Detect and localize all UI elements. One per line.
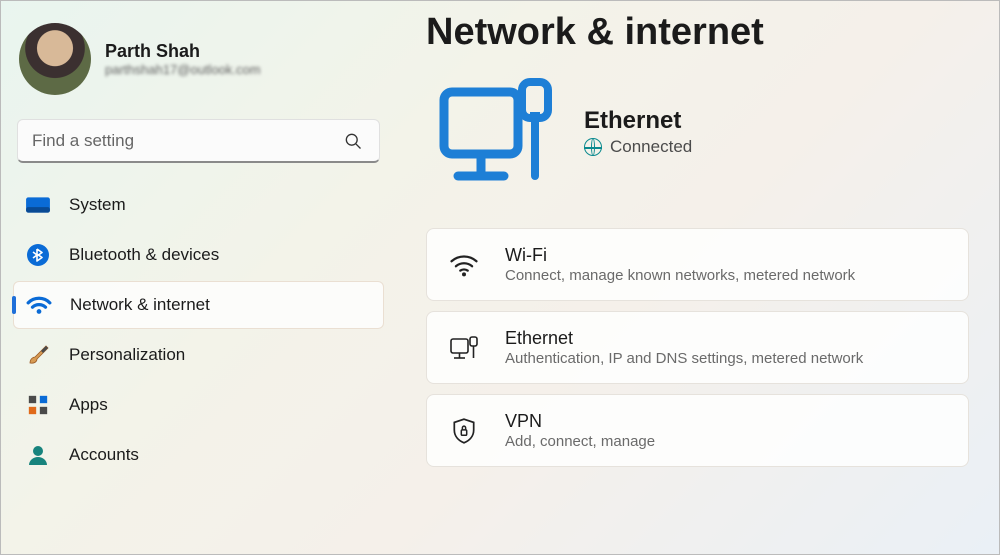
status-state: Connected xyxy=(610,137,692,157)
card-ethernet[interactable]: Ethernet Authentication, IP and DNS sett… xyxy=(426,311,969,384)
sidebar-item-personalization[interactable]: Personalization xyxy=(13,331,384,379)
main-content: Network & internet Ethernet Connected Wi… xyxy=(396,1,999,554)
sidebar-item-label: Personalization xyxy=(69,345,185,365)
card-vpn[interactable]: VPN Add, connect, manage xyxy=(426,394,969,467)
sidebar-item-label: Bluetooth & devices xyxy=(69,245,219,265)
sidebar: Parth Shah parthshah17@outlook.com Syste… xyxy=(1,1,396,554)
brush-icon xyxy=(25,342,51,368)
sidebar-item-accounts[interactable]: Accounts xyxy=(13,431,384,479)
accounts-icon xyxy=(25,442,51,468)
sidebar-item-bluetooth[interactable]: Bluetooth & devices xyxy=(13,231,384,279)
nav-list: System Bluetooth & devices Network & int… xyxy=(13,181,384,479)
user-header[interactable]: Parth Shah parthshah17@outlook.com xyxy=(13,17,384,109)
search-icon xyxy=(341,128,365,154)
sidebar-item-label: Network & internet xyxy=(70,295,210,315)
card-subtitle: Authentication, IP and DNS settings, met… xyxy=(505,350,863,367)
vpn-card-icon xyxy=(449,417,479,445)
page-title: Network & internet xyxy=(426,11,969,54)
ethernet-card-icon xyxy=(449,334,479,362)
sidebar-item-label: Apps xyxy=(69,395,108,415)
search-input[interactable] xyxy=(32,131,341,151)
user-email: parthshah17@outlook.com xyxy=(105,62,261,77)
card-title: Ethernet xyxy=(505,328,863,349)
status-name: Ethernet xyxy=(584,107,692,135)
apps-icon xyxy=(25,392,51,418)
user-name: Parth Shah xyxy=(105,41,261,62)
card-subtitle: Add, connect, manage xyxy=(505,433,655,450)
card-title: VPN xyxy=(505,411,655,432)
system-icon xyxy=(25,192,51,218)
globe-icon xyxy=(584,138,602,156)
bluetooth-icon xyxy=(25,242,51,268)
connection-status[interactable]: Ethernet Connected xyxy=(426,72,969,192)
sidebar-item-label: System xyxy=(69,195,126,215)
sidebar-item-label: Accounts xyxy=(69,445,139,465)
sidebar-item-system[interactable]: System xyxy=(13,181,384,229)
ethernet-status-icon xyxy=(436,72,556,192)
search-box[interactable] xyxy=(17,119,380,163)
wifi-card-icon xyxy=(449,251,479,279)
card-wifi[interactable]: Wi-Fi Connect, manage known networks, me… xyxy=(426,228,969,301)
card-subtitle: Connect, manage known networks, metered … xyxy=(505,267,855,284)
card-title: Wi-Fi xyxy=(505,245,855,266)
wifi-icon xyxy=(26,292,52,318)
avatar xyxy=(19,23,91,95)
sidebar-item-apps[interactable]: Apps xyxy=(13,381,384,429)
sidebar-item-network[interactable]: Network & internet xyxy=(13,281,384,329)
